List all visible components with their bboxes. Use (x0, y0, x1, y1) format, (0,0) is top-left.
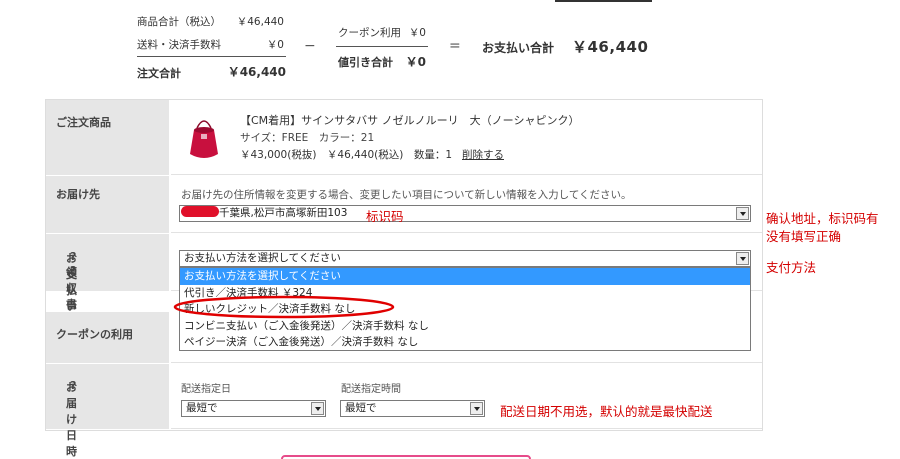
chevron-down-icon[interactable] (736, 252, 749, 265)
receipt-help-icon[interactable]: ? (70, 264, 76, 277)
annotation-confirm-address-2: 没有填写正确 (766, 229, 842, 244)
annotation-confirm-address-1: 确认地址，标识码有 (766, 211, 879, 226)
handbag-thumbnail[interactable] (187, 112, 221, 162)
delete-item-link[interactable]: 削除する (462, 147, 504, 162)
coupon-row-label: クーポンの利用 (56, 328, 133, 341)
product-name-link[interactable]: 【CM着用】サインサタバサ ノゼルノルーリ 大（ノーシャピンク） (240, 112, 579, 128)
redacted-name (181, 206, 219, 217)
delivery-time-value: 最短で (345, 402, 377, 414)
row-product-label-cell: ご注文商品 (46, 100, 170, 175)
row-product: ご注文商品 【CM着用】サインサタバサ ノゼルノルーリ 大（ノーシャピンク） サ… (46, 100, 762, 176)
order-total-label: 注文合計 (137, 67, 181, 80)
pink-button-partial[interactable] (281, 455, 531, 459)
coupon-value: ￥0 (408, 27, 426, 39)
row-payment-label-cell: お支払い方法? 領収書について? (46, 234, 170, 375)
row-coupon-label-cell: クーポンの利用 (46, 312, 170, 363)
annotation-id-code: 标识码 (366, 209, 404, 224)
discount-label: 値引き合計 (338, 56, 393, 69)
chevron-down-icon[interactable] (736, 207, 749, 220)
highlight-ellipse-annotation (173, 295, 395, 319)
annotation-payment-method: 支付方法 (766, 260, 817, 275)
delivery-time-select[interactable]: 最短で (340, 400, 485, 417)
row-delivery: お届け日時? 配送指定日 配送指定時間 (46, 364, 762, 458)
address-row-label: お届け先 (56, 188, 100, 201)
top-border-line (555, 0, 652, 2)
address-note: お届け先の住所情報を変更する場合、変更したい項目について新しい情報を入力してくだ… (181, 189, 632, 201)
product-row-label: ご注文商品 (56, 116, 111, 129)
minus-sign: − (304, 38, 316, 54)
order-total-value: ￥46,440 (227, 65, 286, 79)
payment-help-icon[interactable]: ? (70, 250, 76, 263)
chevron-down-icon[interactable] (311, 402, 324, 415)
row-address-label-cell: お届け先 (46, 176, 170, 233)
discount-value: ￥0 (405, 55, 426, 69)
coupon-label: クーポン利用 (338, 27, 401, 39)
payment-selected-value: お支払い方法を選択してください (184, 252, 341, 264)
product-price: ￥43,000(税抜) ￥46,440(税込) 数量：1 (240, 149, 453, 161)
delivery-date-value: 最短で (186, 402, 218, 414)
annotation-delivery-note: 配送日期不用选，默认的就是最快配送 (500, 404, 713, 419)
row-delivery-label-cell: お届け日時? (46, 364, 170, 458)
delivery-help-icon[interactable]: ? (70, 379, 76, 392)
payment-select[interactable]: お支払い方法を選択してください (179, 250, 751, 267)
payment-option-payeasy[interactable]: ペイジー決済（ご入金後発送）／決済手数料 なし (180, 334, 750, 351)
summary-divider (137, 56, 286, 57)
address-selected-value: 千葉県,松戸市高塚新田103 (219, 207, 348, 219)
grand-total-value: ￥46,440 (572, 38, 649, 56)
address-select[interactable]: 千葉県,松戸市高塚新田103 (179, 205, 751, 222)
delivery-time-label: 配送指定時間 (341, 384, 401, 395)
delivery-date-select[interactable]: 最短で (181, 400, 326, 417)
subtotal-value: ￥46,440 (236, 16, 284, 28)
coupon-divider (336, 46, 428, 47)
subtotal-label: 商品合計（税込） (137, 16, 221, 28)
product-cell: 【CM着用】サインサタバサ ノゼルノルーリ 大（ノーシャピンク） サイズ：FRE… (171, 100, 762, 175)
shipping-value: ￥0 (266, 39, 284, 51)
chevron-down-icon[interactable] (470, 402, 483, 415)
product-spec: サイズ：FREE カラー：21 (240, 132, 375, 144)
grand-total-label: お支払い合計 (482, 41, 555, 55)
payment-option-placeholder[interactable]: お支払い方法を選択してください (180, 268, 750, 285)
shipping-label: 送料・決済手数料 (137, 39, 221, 51)
equals-sign: = (449, 38, 461, 54)
delivery-date-label: 配送指定日 (181, 384, 231, 395)
